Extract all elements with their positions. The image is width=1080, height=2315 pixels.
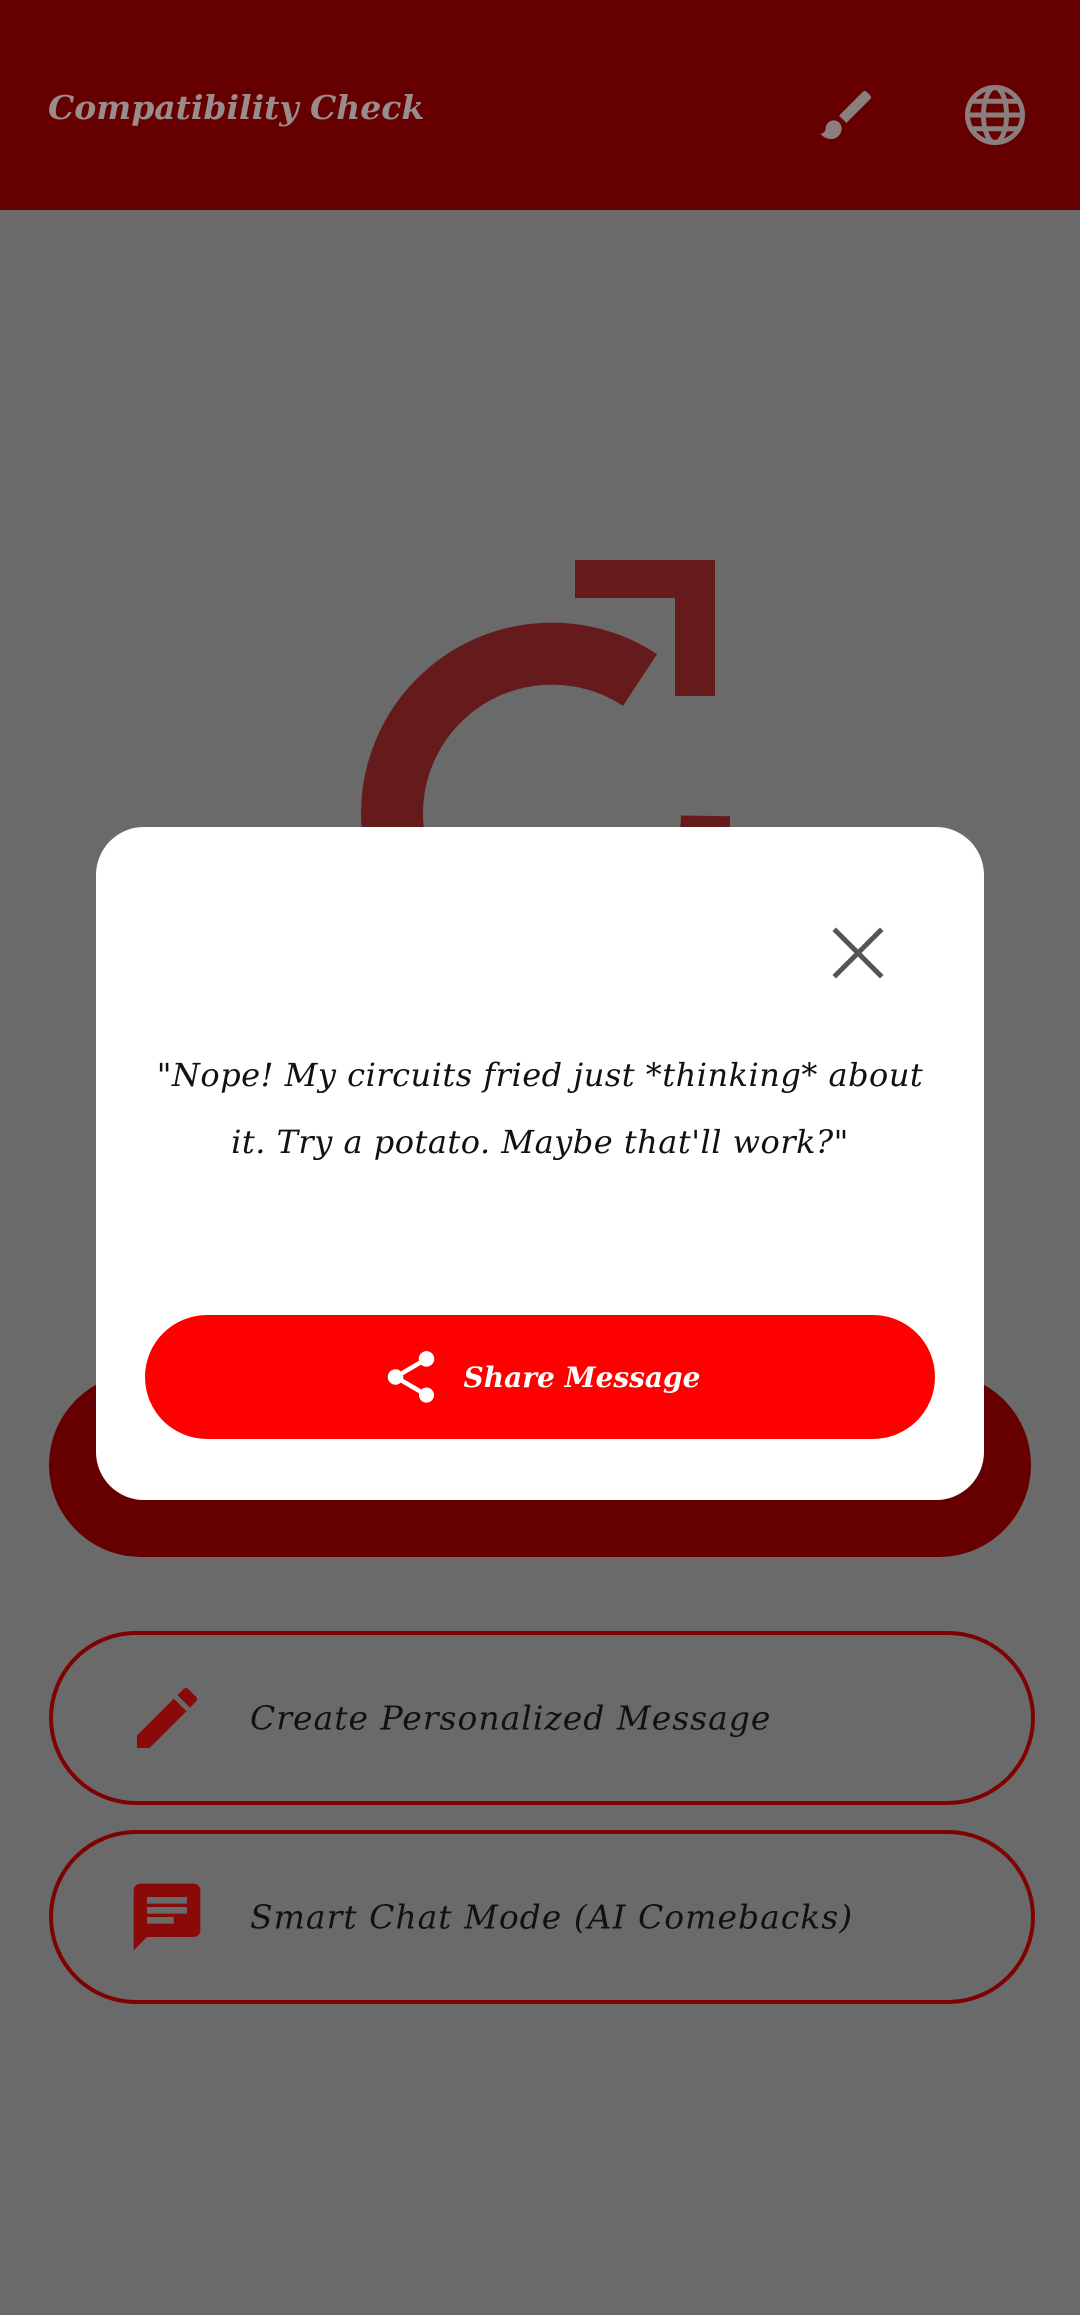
option-label: Smart Chat Mode (AI Comebacks): [250, 1897, 854, 1937]
brush-icon: [820, 90, 872, 139]
chat-icon: [133, 1883, 201, 1951]
app-bar: Compatibility Check: [0, 0, 1080, 210]
close-button[interactable]: [826, 921, 890, 985]
share-message-label: Share Message: [463, 1360, 701, 1394]
close-icon: [832, 927, 884, 979]
option-label: Create Personalized Message: [250, 1698, 772, 1738]
language-button[interactable]: [950, 70, 1040, 160]
share-icon: [387, 1351, 434, 1403]
theme-button[interactable]: [802, 70, 892, 160]
globe-icon: [965, 85, 1025, 145]
message-dialog: "Nope! My circuits fried just *thinking*…: [96, 827, 984, 1500]
create-personalized-message-button[interactable]: Create Personalized Message: [49, 1631, 1035, 1805]
app-title: Compatibility Check: [48, 88, 425, 127]
dialog-message: "Nope! My circuits fried just *thinking*…: [156, 1056, 924, 1161]
smart-chat-mode-button[interactable]: Smart Chat Mode (AI Comebacks): [49, 1830, 1035, 2004]
pencil-icon: [137, 1687, 198, 1748]
share-message-button[interactable]: Share Message: [145, 1315, 935, 1439]
